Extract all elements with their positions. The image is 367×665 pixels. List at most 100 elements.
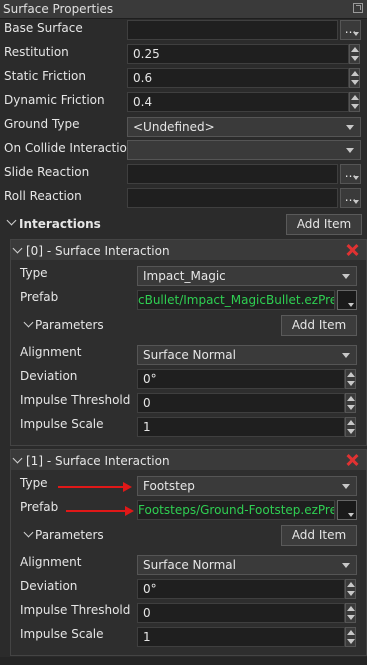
annotation-arrow-type-line [58,486,124,488]
interaction-0-title: [0] - Surface Interaction [26,244,170,258]
spin-up-icon[interactable] [347,582,355,587]
chevron-down-icon [342,563,350,568]
ground-type-label: Ground Type [4,117,80,131]
interaction-1-impulse-threshold-spinner[interactable] [345,603,356,623]
interaction-1-impulse-scale-field[interactable]: 1 [137,627,345,647]
undock-icon[interactable] [353,3,363,13]
interaction-1-impulse-threshold-label: Impulse Threshold [20,603,131,617]
interaction-0-impulse-threshold-spinner[interactable] [345,393,356,413]
interactions-add-item-button[interactable]: Add Item [286,214,362,235]
chevron-down-icon [353,200,359,204]
spin-down-icon[interactable] [347,591,355,596]
interaction-1-impulse-scale-spinner[interactable] [345,627,356,647]
interaction-1-parameters-label: Parameters [35,528,104,542]
interaction-0-deviation-field[interactable]: 0° [137,369,345,389]
interaction-1-impulse-threshold-field[interactable]: 0 [137,603,345,623]
slide-reaction-label: Slide Reaction [4,165,90,179]
spin-up-icon[interactable] [351,95,359,100]
chevron-down-icon [353,176,359,180]
spin-up-icon[interactable] [347,372,355,377]
dynamic-friction-spinner[interactable] [349,92,360,112]
interaction-1-prefab-field[interactable]: Footsteps/Ground-Footstep.ezPrefab [137,500,335,520]
interaction-0-parameters-label: Parameters [35,318,104,332]
chevron-down-icon [348,513,354,517]
roll-reaction-label: Roll Reaction [4,189,82,203]
spin-down-icon[interactable] [347,615,355,620]
interaction-0-parameters-add-item-button[interactable]: Add Item [281,315,357,336]
restitution-spinner[interactable] [349,44,360,64]
interaction-1-deviation-field[interactable]: 0° [137,579,345,599]
dynamic-friction-field[interactable]: 0.4 [127,92,349,112]
spin-up-icon[interactable] [351,71,359,76]
interaction-1-title: [1] - Surface Interaction [26,454,170,468]
interaction-0-deviation-label: Deviation [20,369,78,383]
interaction-0-type-select[interactable]: Impact_Magic [137,266,357,286]
slide-reaction-browse-button[interactable]: ... [340,164,361,184]
spin-down-icon[interactable] [351,104,359,109]
chevron-down-icon [342,353,350,358]
chevron-down-icon [346,125,354,130]
on-collide-select[interactable] [127,140,361,160]
spin-up-icon[interactable] [351,47,359,52]
interaction-1-type-select[interactable]: Footstep [137,476,357,496]
interactions-label: Interactions [19,217,101,231]
interaction-0-impulse-scale-spinner[interactable] [345,417,356,437]
panel-title: Surface Properties [3,2,114,16]
static-friction-field[interactable]: 0.6 [127,68,349,88]
interaction-1-prefab-browse-button[interactable] [337,500,357,520]
interaction-0-prefab-field[interactable]: cBullet/Impact_MagicBullet.ezPrefab [137,290,335,310]
interaction-0-prefab-browse-button[interactable] [337,290,357,310]
spin-up-icon[interactable] [347,396,355,401]
delete-interaction-0-icon[interactable] [346,244,358,256]
annotation-arrow-prefab-line [66,510,126,512]
interaction-0-deviation-spinner[interactable] [345,369,356,389]
interaction-1-parameters-add-item-button[interactable]: Add Item [281,525,357,546]
annotation-arrow-prefab-head [125,506,134,516]
roll-reaction-browse-button[interactable]: ... [340,188,361,208]
base-surface-label: Base Surface [4,21,83,35]
panel-titlebar: Surface Properties [0,0,367,19]
interaction-0-impulse-threshold-label: Impulse Threshold [20,393,131,407]
spin-down-icon[interactable] [347,639,355,644]
spin-down-icon[interactable] [347,381,355,386]
delete-interaction-1-icon[interactable] [346,454,358,466]
spin-up-icon[interactable] [347,606,355,611]
base-surface-browse-button[interactable]: ... [340,20,361,40]
interaction-1-deviation-label: Deviation [20,579,78,593]
interaction-0-impulse-scale-field[interactable]: 1 [137,417,345,437]
spin-down-icon[interactable] [347,405,355,410]
restitution-label: Restitution [4,45,69,59]
static-friction-label: Static Friction [4,69,87,83]
spin-up-icon[interactable] [347,630,355,635]
interaction-0-alignment-value: Surface Normal [143,348,236,362]
spin-up-icon[interactable] [347,420,355,425]
slide-reaction-field[interactable] [127,164,338,184]
bottom-edge [0,657,367,665]
chevron-down-icon [342,274,350,279]
interaction-0-impulse-threshold-field[interactable]: 0 [137,393,345,413]
restitution-field[interactable]: 0.25 [127,44,349,64]
interaction-0-prefab-label: Prefab [20,290,59,304]
spin-down-icon[interactable] [351,56,359,61]
spin-down-icon[interactable] [347,429,355,434]
interaction-1-deviation-spinner[interactable] [345,579,356,599]
interaction-1-prefab-label: Prefab [20,500,59,514]
interaction-1-alignment-select[interactable]: Surface Normal [137,555,357,575]
interaction-0-alignment-label: Alignment [20,345,82,359]
chevron-down-icon [353,32,359,36]
ground-type-value: <Undefined> [133,120,215,134]
chevron-down-icon [346,148,354,153]
dynamic-friction-label: Dynamic Friction [4,93,105,107]
interaction-0-impulse-scale-label: Impulse Scale [20,417,104,431]
ground-type-select[interactable]: <Undefined> [127,117,361,137]
static-friction-spinner[interactable] [349,68,360,88]
interactions-collapse-icon[interactable] [6,215,17,226]
interaction-0-type-label: Type [20,266,48,280]
interaction-0-alignment-select[interactable]: Surface Normal [137,345,357,365]
roll-reaction-field[interactable] [127,188,338,208]
spin-down-icon[interactable] [351,80,359,85]
chevron-down-icon [342,484,350,489]
chevron-down-icon [348,303,354,307]
interaction-1-alignment-label: Alignment [20,555,82,569]
base-surface-field[interactable] [127,20,338,40]
